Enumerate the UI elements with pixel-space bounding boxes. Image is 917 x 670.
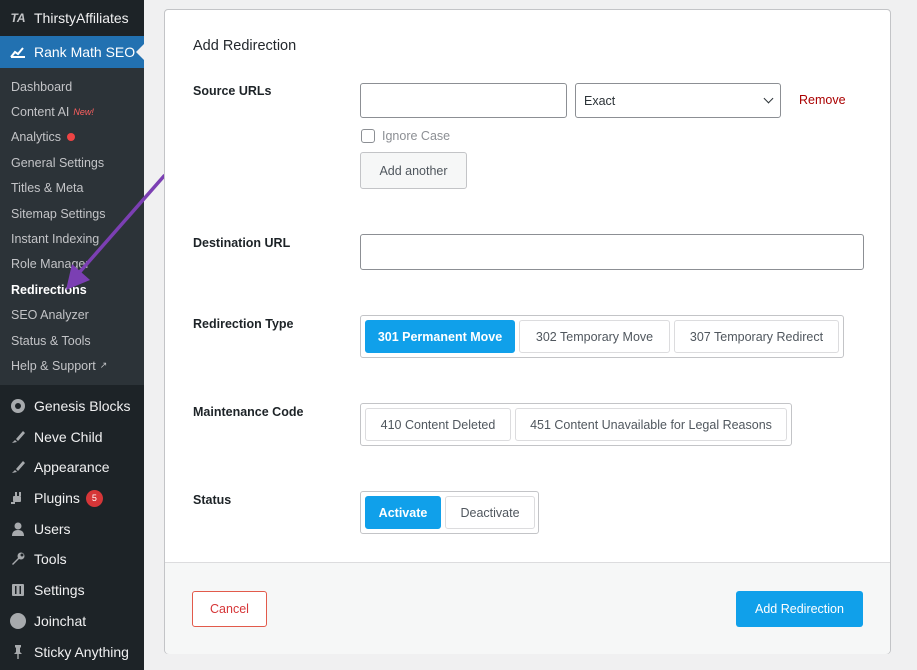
admin-sidebar: TA ThirstyAffiliates Rank Math SEO Dashb… bbox=[0, 0, 144, 670]
type-307-button[interactable]: 307 Temporary Redirect bbox=[674, 320, 839, 353]
source-urls-label: Source URLs bbox=[193, 84, 272, 98]
menu-label: Sticky Anything bbox=[34, 643, 129, 660]
destination-url-input[interactable] bbox=[360, 234, 864, 270]
card-title: Add Redirection bbox=[193, 38, 297, 54]
submenu-label: Help & Support bbox=[11, 358, 96, 373]
plugin-icon bbox=[8, 488, 28, 508]
submenu-help-support[interactable]: Help & Support ↗ bbox=[0, 353, 144, 378]
external-link-icon: ↗ bbox=[99, 360, 108, 371]
deactivate-button[interactable]: Deactivate bbox=[445, 496, 535, 529]
menu-label: Settings bbox=[34, 582, 85, 599]
match-type-value: Exact bbox=[584, 93, 616, 108]
submenu-label: Dashboard bbox=[11, 79, 73, 94]
annotation-arrow-icon bbox=[66, 174, 166, 290]
destination-url-label: Destination URL bbox=[193, 236, 291, 250]
match-type-select[interactable]: Exact bbox=[575, 83, 781, 118]
add-redirection-button[interactable]: Add Redirection bbox=[736, 591, 863, 627]
menu-sticky-anything[interactable]: Sticky Anything bbox=[0, 636, 144, 667]
maintenance-code-label: Maintenance Code bbox=[193, 405, 304, 419]
menu-appearance[interactable]: Appearance bbox=[0, 452, 144, 483]
submenu-status-tools[interactable]: Status & Tools bbox=[0, 328, 144, 353]
menu-joinchat[interactable]: Joinchat bbox=[0, 606, 144, 637]
menu-label: Neve Child bbox=[34, 428, 103, 445]
submenu-seo-analyzer[interactable]: SEO Analyzer bbox=[0, 303, 144, 328]
menu-label: Joinchat bbox=[34, 612, 87, 629]
paintbrush-icon bbox=[8, 427, 28, 447]
code-451-button[interactable]: 451 Content Unavailable for Legal Reason… bbox=[515, 408, 787, 441]
rank-math-icon bbox=[8, 42, 28, 62]
menu-tools[interactable]: Tools bbox=[0, 544, 144, 575]
paintbrush-icon bbox=[8, 457, 28, 477]
menu-label: ThirstyAffiliates bbox=[34, 10, 129, 26]
menu-rank-math-seo[interactable]: Rank Math SEO bbox=[0, 36, 144, 68]
menu-thirstyaffiliates[interactable]: TA ThirstyAffiliates bbox=[0, 0, 144, 36]
submenu-dashboard[interactable]: Dashboard bbox=[0, 74, 144, 99]
menu-plugins[interactable]: Plugins 5 bbox=[0, 483, 144, 514]
lower-menu: Genesis Blocks Neve Child Appearance Plu… bbox=[0, 385, 144, 667]
menu-genesis-blocks[interactable]: Genesis Blocks bbox=[0, 391, 144, 422]
menu-users[interactable]: Users bbox=[0, 513, 144, 544]
type-302-button[interactable]: 302 Temporary Move bbox=[519, 320, 670, 353]
chat-icon bbox=[8, 611, 28, 631]
activate-button[interactable]: Activate bbox=[365, 496, 441, 529]
menu-neve-child[interactable]: Neve Child bbox=[0, 421, 144, 452]
submenu-analytics[interactable]: Analytics bbox=[0, 125, 144, 150]
wrench-icon bbox=[8, 549, 28, 569]
add-redirection-card: Add Redirection Source URLs Exact Remove… bbox=[164, 9, 891, 654]
source-url-input[interactable] bbox=[360, 83, 567, 118]
user-icon bbox=[8, 519, 28, 539]
code-410-button[interactable]: 410 Content Deleted bbox=[365, 408, 511, 441]
chevron-down-icon bbox=[763, 93, 774, 104]
submenu-label: Content AI bbox=[11, 105, 70, 120]
submenu-label: General Settings bbox=[11, 155, 105, 170]
menu-label: Users bbox=[34, 520, 71, 537]
update-count-badge: 5 bbox=[85, 489, 103, 507]
new-badge: New! bbox=[73, 107, 94, 118]
cancel-button[interactable]: Cancel bbox=[192, 591, 267, 627]
genesis-blocks-icon bbox=[8, 396, 28, 416]
thirstyaffiliates-icon: TA bbox=[10, 11, 26, 25]
redirection-type-group: 301 Permanent Move 302 Temporary Move 30… bbox=[360, 315, 844, 358]
ignore-case-label: Ignore Case bbox=[382, 129, 451, 143]
submenu-content-ai[interactable]: Content AI New! bbox=[0, 99, 144, 124]
notification-dot bbox=[67, 133, 76, 142]
pin-icon bbox=[8, 642, 28, 662]
submenu-label: SEO Analyzer bbox=[11, 308, 89, 323]
menu-label: Tools bbox=[34, 551, 67, 568]
type-301-button[interactable]: 301 Permanent Move bbox=[365, 320, 515, 353]
settings-icon bbox=[8, 580, 28, 600]
ignore-case-checkbox[interactable] bbox=[361, 129, 375, 143]
menu-label: Rank Math SEO bbox=[34, 44, 136, 60]
menu-settings[interactable]: Settings bbox=[0, 575, 144, 606]
menu-label: Plugins bbox=[34, 490, 80, 507]
status-label: Status bbox=[193, 493, 232, 507]
menu-label: Genesis Blocks bbox=[34, 398, 131, 415]
add-another-button[interactable]: Add another bbox=[360, 152, 467, 189]
submenu-label: Analytics bbox=[11, 130, 62, 145]
status-group: Activate Deactivate bbox=[360, 491, 539, 534]
submenu-label: Status & Tools bbox=[11, 333, 91, 348]
remove-link[interactable]: Remove bbox=[799, 93, 846, 107]
menu-label: Appearance bbox=[34, 459, 110, 476]
maintenance-code-group: 410 Content Deleted 451 Content Unavaila… bbox=[360, 403, 792, 446]
card-footer: Cancel Add Redirection bbox=[165, 562, 890, 654]
redirection-type-label: Redirection Type bbox=[193, 317, 294, 331]
